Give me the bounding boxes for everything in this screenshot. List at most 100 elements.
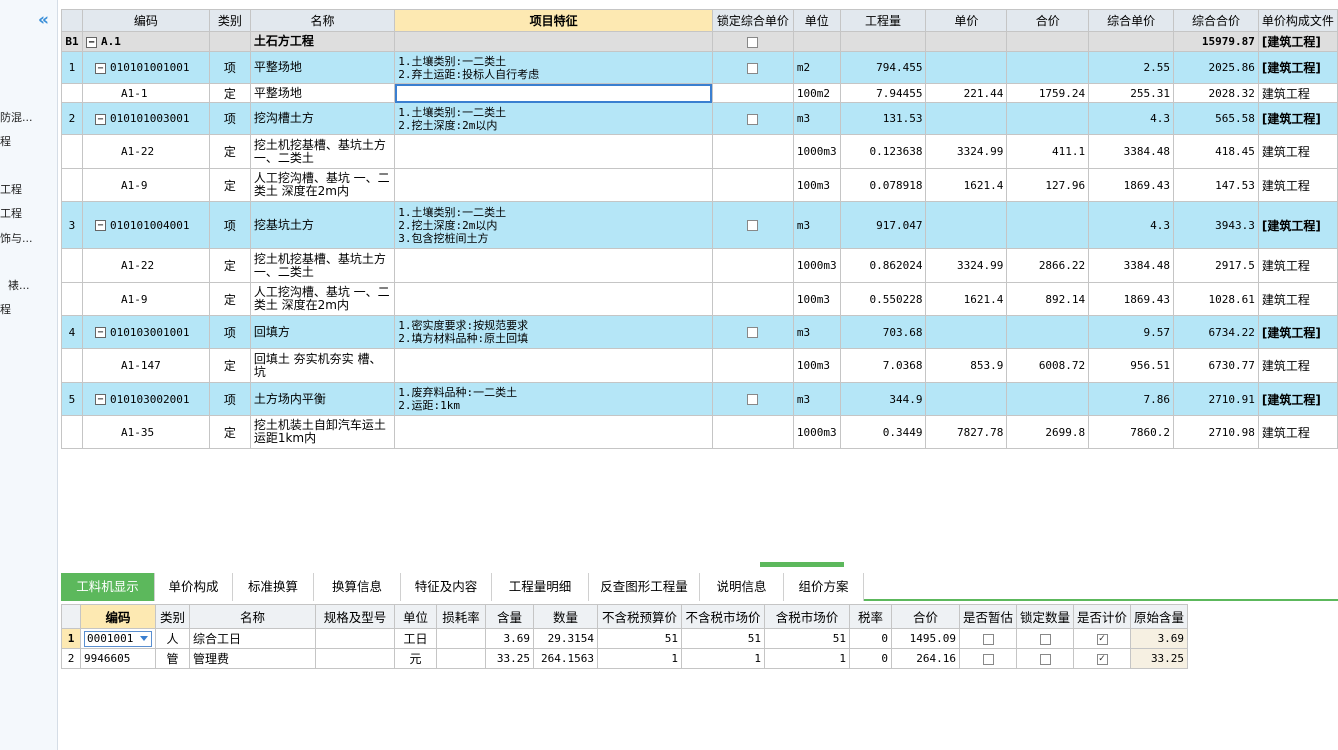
detail-column-header[interactable]: 原始含量	[1130, 604, 1189, 629]
item-category[interactable]	[208, 31, 251, 52]
item-price-file[interactable]: [建筑工程]	[1257, 382, 1338, 416]
item-price[interactable]	[925, 382, 1008, 416]
resource-unit[interactable]: 工日	[394, 628, 437, 649]
resource-spec[interactable]	[315, 648, 395, 669]
item-unit[interactable]: 1000m3	[792, 415, 841, 449]
item-features[interactable]	[394, 31, 713, 52]
item-name[interactable]: 挖沟槽土方	[249, 102, 396, 135]
item-qty[interactable]: 0.550228	[839, 282, 927, 316]
item-features[interactable]: 1.土壤类别:一二类土 2.挖土深度:2m以内	[394, 102, 713, 135]
item-code[interactable]: A1-9	[81, 282, 210, 316]
resource-name[interactable]: 综合工日	[189, 628, 316, 649]
detail-column-header[interactable]: 类别	[155, 604, 190, 629]
resource-est-checkbox[interactable]	[982, 633, 994, 645]
item-comp-price[interactable]: 7.86	[1088, 382, 1175, 416]
column-header[interactable]: 合价	[1006, 9, 1090, 32]
column-header[interactable]: 编码	[81, 9, 210, 32]
tab-8[interactable]: 组价方案	[784, 573, 864, 601]
item-category[interactable]: 项	[208, 51, 251, 84]
lock-price-cell[interactable]	[711, 134, 794, 169]
item-qty[interactable]: 703.68	[839, 315, 927, 349]
item-price-file[interactable]: [建筑工程]	[1257, 201, 1338, 249]
item-comp-total[interactable]: 15979.87	[1173, 31, 1259, 52]
detail-column-header[interactable]: 不含税预算价	[597, 604, 682, 629]
lock-price-checkbox[interactable]	[747, 220, 759, 231]
detail-column-header[interactable]: 不含税市场价	[681, 604, 765, 629]
item-price-file[interactable]: 建筑工程	[1257, 248, 1338, 283]
lock-price-cell[interactable]	[711, 248, 794, 283]
item-code[interactable]: − A.1	[81, 31, 210, 52]
resource-total[interactable]: 1495.09	[891, 628, 960, 649]
item-price-file[interactable]: [建筑工程]	[1257, 102, 1338, 135]
item-features[interactable]: 1.密实度要求:按规范要求 2.填方材料品种:原土回填	[394, 315, 713, 349]
resource-code[interactable]: 0001001	[80, 628, 156, 649]
item-total[interactable]: 411.1	[1006, 134, 1090, 169]
item-code[interactable]: −010103002001	[81, 382, 210, 416]
item-total[interactable]: 892.14	[1006, 282, 1090, 316]
resource-spec[interactable]	[315, 628, 395, 649]
tab-3[interactable]: 换算信息	[314, 573, 401, 601]
nav-item[interactable]: 工程	[0, 181, 22, 197]
item-category[interactable]: 定	[208, 282, 251, 316]
resource-content[interactable]: 3.69	[485, 628, 534, 649]
resource-code[interactable]: 9946605	[80, 648, 156, 669]
resource-est-checkbox[interactable]	[982, 653, 994, 665]
resource-category[interactable]: 管	[155, 648, 190, 669]
item-features[interactable]	[394, 348, 713, 383]
bill-item-row[interactable]: 1−010101001001 项平整场地 1.土壤类别:一二类土 2.弃土运距:投标人…	[61, 51, 1338, 84]
item-comp-total[interactable]: 565.58	[1173, 102, 1259, 135]
resource-market[interactable]: 1	[681, 648, 765, 669]
item-name[interactable]: 平整场地	[249, 51, 396, 84]
item-comp-price[interactable]: 4.3	[1088, 201, 1175, 249]
resource-priced-checkbox[interactable]: ✓	[1096, 633, 1108, 645]
item-comp-price[interactable]	[1088, 31, 1175, 52]
item-price[interactable]: 3324.99	[925, 248, 1008, 283]
item-unit[interactable]: 1000m3	[792, 248, 841, 283]
resource-tax-market[interactable]: 51	[764, 628, 850, 649]
item-category[interactable]: 定	[208, 83, 251, 103]
detail-column-header[interactable]: 是否暂估	[958, 604, 1018, 629]
item-price[interactable]: 221.44	[925, 83, 1008, 103]
item-name[interactable]: 挖土机挖基槽、基坑土方 一、二类土	[249, 134, 396, 169]
item-features[interactable]: 1.土壤类别:一二类土 2.挖土深度:2m以内 3.包含挖桩间土方	[394, 201, 713, 249]
tab-0[interactable]: 工料机显示	[61, 573, 155, 601]
lock-price-cell[interactable]	[711, 315, 794, 349]
resource-lock-checkbox[interactable]	[1039, 653, 1051, 665]
item-comp-total[interactable]: 2917.5	[1173, 248, 1259, 283]
item-comp-total[interactable]: 1028.61	[1173, 282, 1259, 316]
item-comp-price[interactable]: 7860.2	[1088, 415, 1175, 449]
resource-loss-rate[interactable]	[436, 648, 486, 669]
detail-column-header[interactable]: 含量	[485, 604, 534, 629]
tab-4[interactable]: 特征及内容	[401, 573, 492, 601]
lock-price-cell[interactable]	[711, 168, 794, 202]
resource-code-dropdown[interactable]: 0001001	[84, 630, 152, 647]
item-total[interactable]: 127.96	[1006, 168, 1090, 202]
item-price[interactable]: 1621.4	[925, 282, 1008, 316]
item-price-file[interactable]: [建筑工程]	[1257, 315, 1338, 349]
item-category[interactable]: 定	[208, 348, 251, 383]
detail-column-header[interactable]: 税率	[849, 604, 892, 629]
item-name[interactable]: 人工挖沟槽、基坑 一、二类土 深度在2m内	[249, 282, 396, 316]
item-price[interactable]	[925, 51, 1008, 84]
item-comp-total[interactable]: 6730.77	[1173, 348, 1259, 383]
item-comp-price[interactable]: 4.3	[1088, 102, 1175, 135]
item-features[interactable]	[394, 415, 713, 449]
item-price-file[interactable]: [建筑工程]	[1257, 31, 1338, 52]
bill-item-row[interactable]: 4−010103001001 项回填方 1.密实度要求:按规范要求 2.填方材料品种:…	[61, 315, 1338, 349]
item-features[interactable]	[394, 83, 713, 103]
item-qty[interactable]: 344.9	[839, 382, 927, 416]
item-qty[interactable]: 131.53	[839, 102, 927, 135]
quota-row[interactable]: A1-9 定人工挖沟槽、基坑 一、二类土 深度在2m内 100m3 0.078918 1…	[61, 168, 1338, 202]
dropdown-arrow-icon[interactable]	[140, 635, 148, 641]
item-comp-total[interactable]: 3943.3	[1173, 201, 1259, 249]
item-price[interactable]: 3324.99	[925, 134, 1008, 169]
double-chevron-left-icon[interactable]: «	[38, 10, 49, 30]
lock-price-checkbox[interactable]	[747, 113, 759, 125]
nav-item[interactable]: 程	[0, 133, 11, 149]
resource-row[interactable]: 1 0001001 人综合工日 工日 3.69 29.3154 51 51 51 0 1495.09…	[61, 628, 1189, 649]
resource-est-cell[interactable]	[958, 628, 1018, 649]
tab-7[interactable]: 说明信息	[700, 573, 784, 601]
item-category[interactable]: 项	[208, 102, 251, 135]
lock-price-checkbox[interactable]	[747, 36, 759, 48]
bill-item-row[interactable]: 3−010101004001 项挖基坑土方 1.土壤类别:一二类土 2.挖土深度:2m…	[61, 201, 1338, 249]
